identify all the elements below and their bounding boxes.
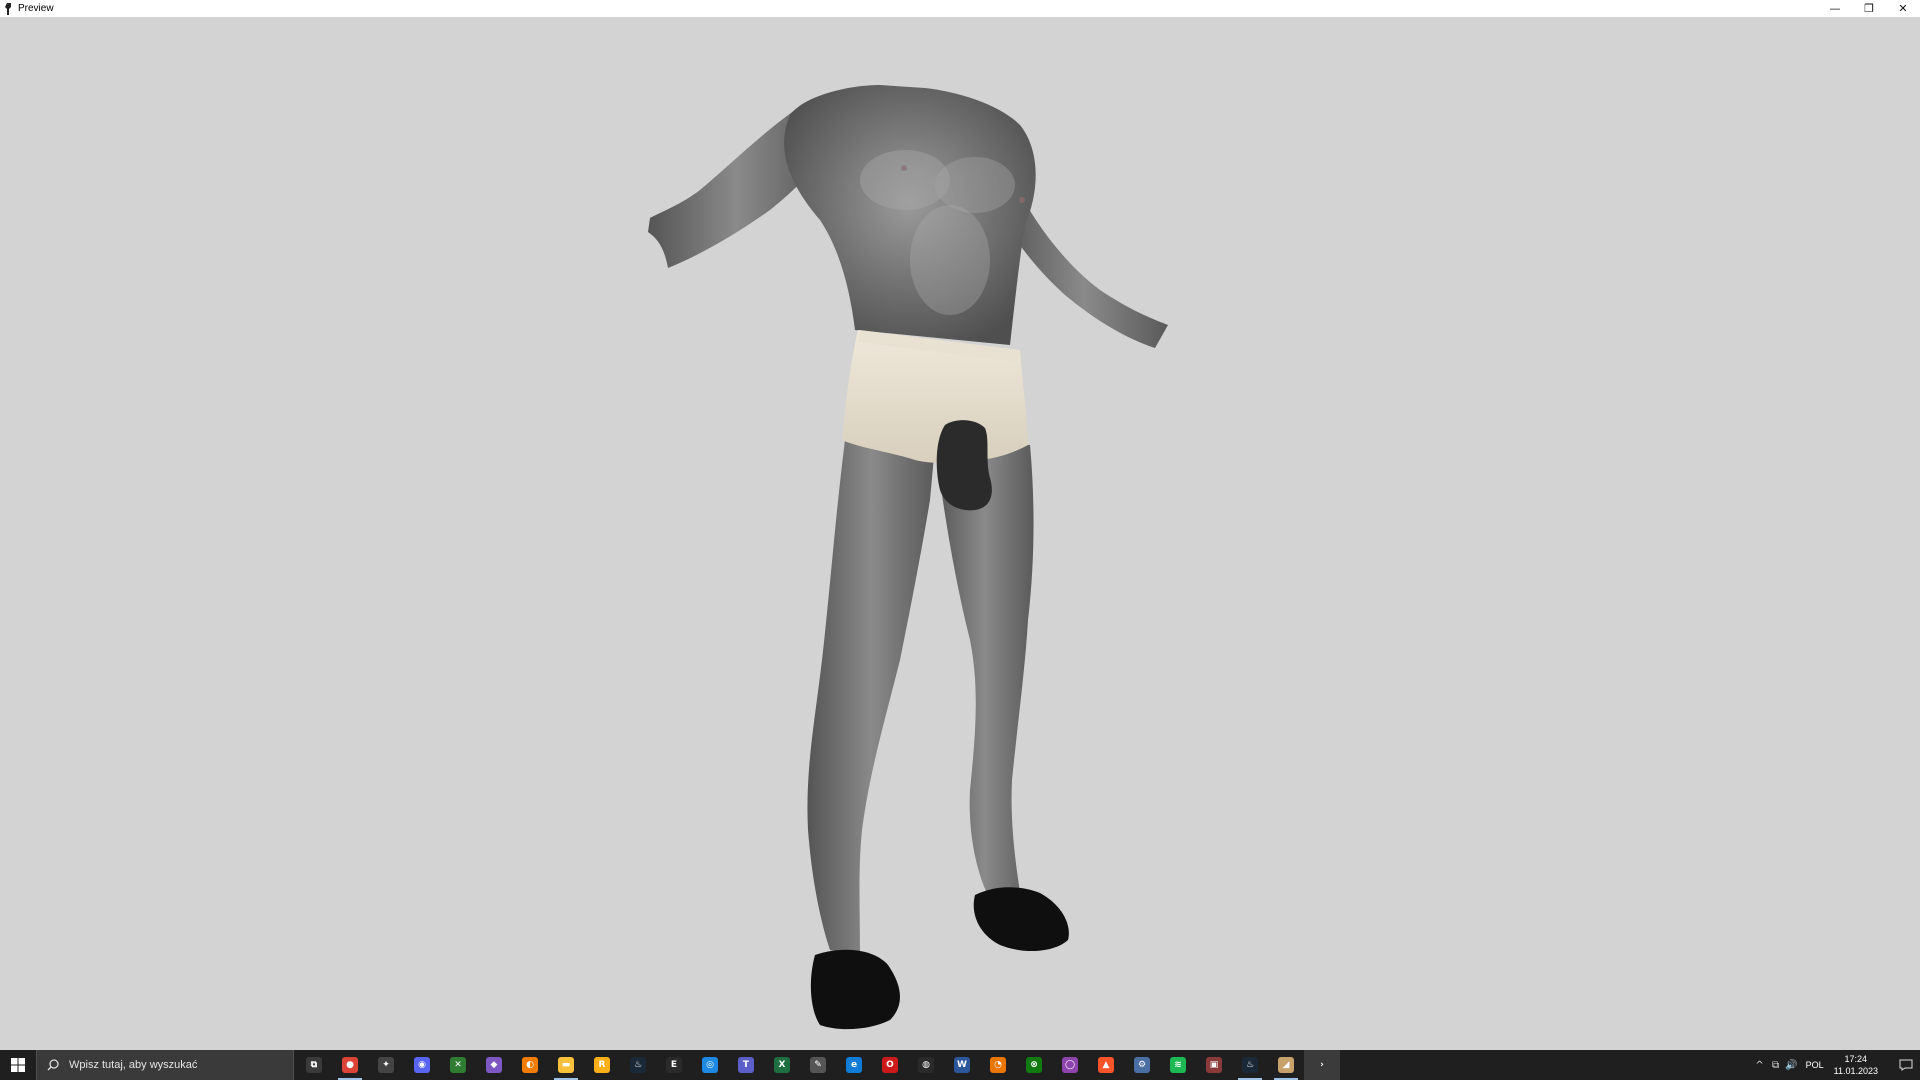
minimize-button[interactable]: — [1818, 0, 1852, 17]
word-taskbar-button[interactable]: W [944, 1050, 980, 1080]
taskbar-apps: ⧉ ● ✦ ◉ ✕ ◆ ◐ ▬ R ♨ E ◎ T X ✎ e O ◍ W ◔ ⊗ ◯ ▲ ⚙ ≋ ▣ ♨ ◢ › [296, 1050, 1340, 1080]
file-explorer-icon: ▬ [558, 1057, 574, 1073]
groin-mesh [936, 420, 992, 511]
app-icon [2, 2, 16, 16]
preview-app-icon: ◢ [1278, 1057, 1294, 1073]
file-explorer-taskbar-button[interactable]: ▬ [548, 1050, 584, 1080]
search-placeholder: Wpisz tutaj, aby wyszukać [69, 1059, 198, 1071]
twitch-taskbar-button[interactable]: ◯ [1052, 1050, 1088, 1080]
blender-taskbar-button[interactable]: ◔ [980, 1050, 1016, 1080]
edge-taskbar-button[interactable]: e [836, 1050, 872, 1080]
opera-taskbar-button[interactable]: O [872, 1050, 908, 1080]
obs-icon: ◍ [918, 1057, 934, 1073]
epic-games-icon: E [666, 1057, 682, 1073]
right-leg [935, 445, 1034, 900]
word-icon: W [954, 1057, 970, 1073]
notification-icon [1899, 1059, 1913, 1071]
volume-icon[interactable]: 🔊 [1784, 1050, 1800, 1080]
window-controls: — ❐ ✕ [1818, 0, 1920, 17]
brave-taskbar-button[interactable]: ▲ [1088, 1050, 1124, 1080]
network-icon[interactable]: ⧉ [1768, 1050, 1784, 1080]
twitch-icon: ◯ [1062, 1057, 1078, 1073]
windows-taskbar: Wpisz tutaj, aby wyszukać ⧉ ● ✦ ◉ ✕ ◆ ◐ ▬ R ♨ E ◎ T X… [0, 1050, 1920, 1080]
task-view-taskbar-button[interactable]: ⧉ [296, 1050, 332, 1080]
left-hoof [810, 949, 900, 1030]
close-button[interactable]: ✕ [1886, 0, 1920, 17]
system-tray: ^ ⧉ 🔊 POL 17:24 11.01.2023 [1752, 1050, 1920, 1080]
terminal-taskbar-button[interactable]: › [1304, 1050, 1340, 1080]
origin-icon: ◐ [522, 1057, 538, 1073]
gamepad-icon: ◆ [486, 1057, 502, 1073]
taskbar-search-input[interactable]: Wpisz tutaj, aby wyszukać [36, 1050, 294, 1080]
clock[interactable]: 17:24 11.01.2023 [1834, 1053, 1878, 1077]
preview-app-taskbar-button[interactable]: ◢ [1268, 1050, 1304, 1080]
origin-taskbar-button[interactable]: ◐ [512, 1050, 548, 1080]
rockstar-icon: R [594, 1057, 610, 1073]
spotify-taskbar-button[interactable]: ≋ [1160, 1050, 1196, 1080]
brave-icon: ▲ [1098, 1057, 1114, 1073]
game-thumbnail-icon: ▣ [1206, 1057, 1222, 1073]
window-title: Preview [18, 3, 54, 14]
steam-icon: ♨ [630, 1057, 646, 1073]
rockstar-taskbar-button[interactable]: R [584, 1050, 620, 1080]
blender-icon: ◔ [990, 1057, 1006, 1073]
obs-taskbar-button[interactable]: ◍ [908, 1050, 944, 1080]
discord-taskbar-button[interactable]: ◉ [404, 1050, 440, 1080]
chrome-icon: ● [342, 1057, 358, 1073]
excel-taskbar-button[interactable]: X [764, 1050, 800, 1080]
chrome-taskbar-button[interactable]: ● [332, 1050, 368, 1080]
teams-taskbar-button[interactable]: T [728, 1050, 764, 1080]
spotify-icon: ≋ [1170, 1057, 1186, 1073]
terminal-icon: › [1314, 1057, 1330, 1073]
start-button[interactable] [0, 1050, 36, 1080]
tool-taskbar-button[interactable]: ⚙ [1124, 1050, 1160, 1080]
tool-icon: ⚙ [1134, 1057, 1150, 1073]
notepad-icon: ✎ [810, 1057, 826, 1073]
xbox-app-icon: ✕ [450, 1057, 466, 1073]
left-leg [807, 440, 935, 955]
xbox-icon: ⊗ [1026, 1057, 1042, 1073]
notepad-taskbar-button[interactable]: ✎ [800, 1050, 836, 1080]
opera-icon: O [882, 1057, 898, 1073]
body-model-render [648, 85, 1168, 1030]
epic-games-taskbar-button[interactable]: E [656, 1050, 692, 1080]
task-view-icon: ⧉ [306, 1057, 322, 1073]
steam-active-icon: ♨ [1242, 1057, 1258, 1073]
game-icon: ✦ [378, 1057, 394, 1073]
uplay-taskbar-button[interactable]: ◎ [692, 1050, 728, 1080]
game-taskbar-button[interactable]: ✦ [368, 1050, 404, 1080]
clock-date: 11.01.2023 [1833, 1066, 1878, 1076]
notifications-button[interactable] [1892, 1050, 1920, 1080]
excel-icon: X [774, 1057, 790, 1073]
search-icon [47, 1058, 61, 1072]
tray-chevron-icon[interactable]: ^ [1752, 1050, 1768, 1080]
restore-button[interactable]: ❐ [1852, 0, 1886, 17]
xbox-taskbar-button[interactable]: ⊗ [1016, 1050, 1052, 1080]
discord-icon: ◉ [414, 1057, 430, 1073]
gamepad-taskbar-button[interactable]: ◆ [476, 1050, 512, 1080]
clock-time: 17:24 [1844, 1054, 1868, 1064]
right-hoof [973, 887, 1069, 952]
xbox-app-taskbar-button[interactable]: ✕ [440, 1050, 476, 1080]
edge-icon: e [846, 1057, 862, 1073]
language-indicator[interactable]: POL [1806, 1060, 1824, 1070]
torso [784, 85, 1036, 345]
steam-active-taskbar-button[interactable]: ♨ [1232, 1050, 1268, 1080]
3d-preview-viewport[interactable] [0, 17, 1920, 1050]
uplay-icon: ◎ [702, 1057, 718, 1073]
windows-logo-icon [11, 1058, 25, 1072]
window-titlebar: Preview — ❐ ✕ [0, 0, 1920, 17]
game-thumbnail-taskbar-button[interactable]: ▣ [1196, 1050, 1232, 1080]
teams-icon: T [738, 1057, 754, 1073]
steam-taskbar-button[interactable]: ♨ [620, 1050, 656, 1080]
